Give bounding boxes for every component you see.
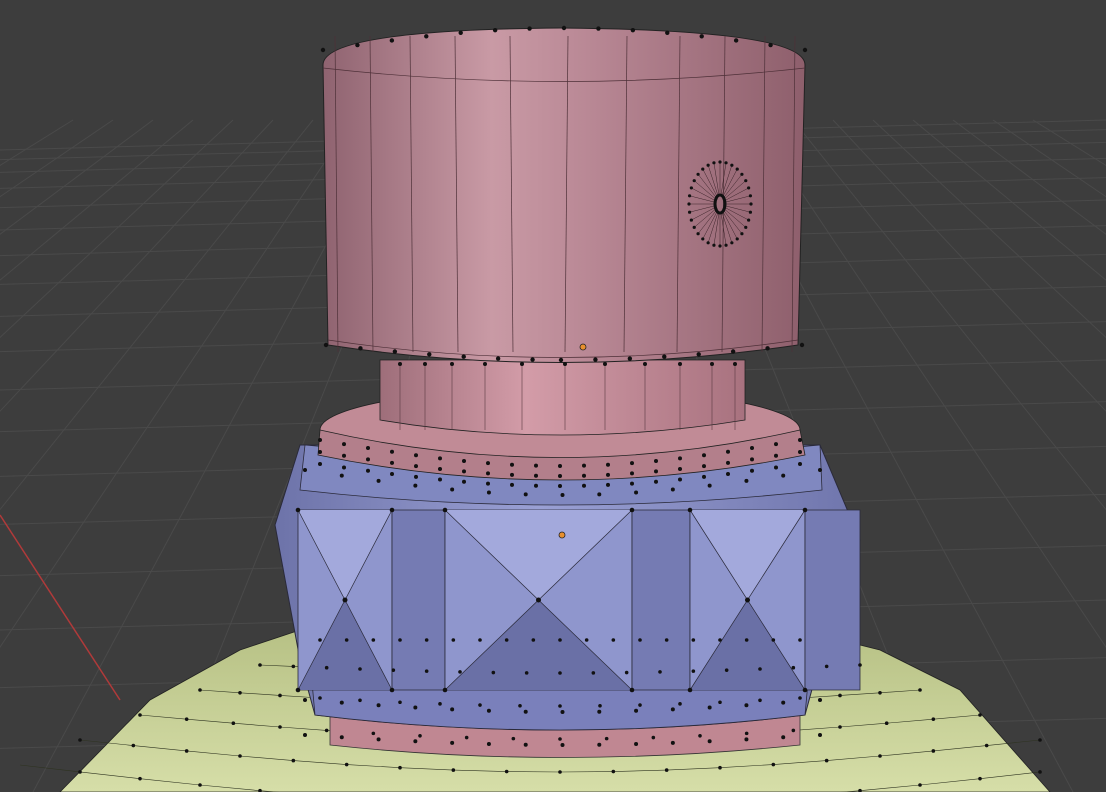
origin-marker-2 bbox=[558, 531, 566, 539]
3d-viewport[interactable] bbox=[0, 0, 1106, 792]
origin-marker bbox=[579, 343, 587, 351]
x-axis-line bbox=[0, 514, 121, 701]
mesh-scene[interactable] bbox=[0, 0, 1106, 792]
neck-cylinder bbox=[379, 359, 746, 436]
blue-studded-ring bbox=[274, 444, 861, 731]
top-cylinder bbox=[322, 27, 806, 363]
